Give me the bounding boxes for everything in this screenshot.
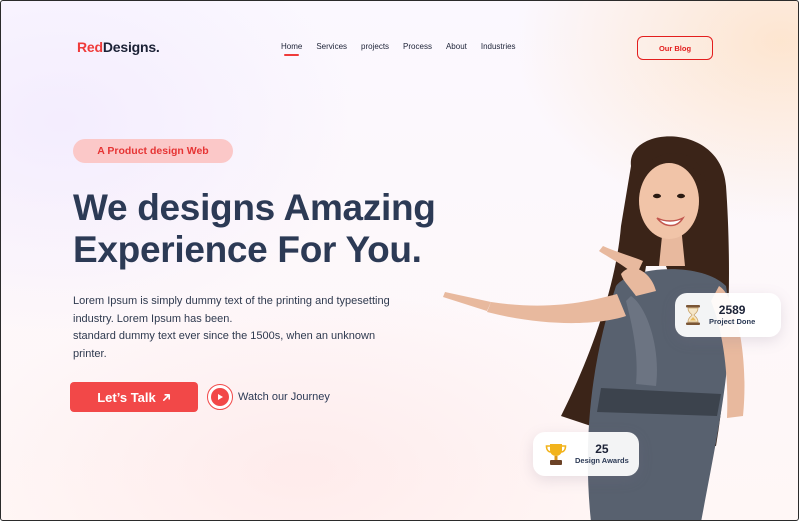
logo[interactable]: RedDesigns. [77,39,160,55]
description-line-3: standard dummy text ever since the 1500s… [73,330,376,342]
description-line-4: printer. [73,347,107,360]
projects-done-value: 2589 [718,302,746,317]
main-nav: Home Services projects Process About Ind… [281,42,516,56]
watch-journey-link[interactable]: Watch our Journey [207,384,330,410]
projects-done-card: 2589 Project Done [675,293,781,337]
headline-line-2: Experience For You. [73,229,422,270]
hero-description: Lorem Ipsum is simply dummy text of the … [73,293,473,363]
nav-item-services[interactable]: Services [316,42,347,51]
tagline-pill: A Product design Web [73,139,233,163]
arrow-up-right-icon [162,393,170,401]
nav-item-process[interactable]: Process [403,42,432,51]
design-awards-value: 25 [595,441,609,456]
trophy-icon [545,444,567,465]
play-button[interactable] [207,384,233,410]
our-blog-button[interactable]: Our Blog [637,36,713,60]
nav-item-about[interactable]: About [446,42,467,51]
hero-section: RedDesigns. Home Services projects Proce… [0,0,799,521]
watch-journey-label: Watch our Journey [238,391,330,403]
logo-red-part: Red [77,39,103,55]
nav-item-industries[interactable]: Industries [481,42,516,51]
hourglass-icon [686,305,700,325]
lets-talk-label: Let’s Talk [97,389,156,405]
logo-rest-part: Designs. [102,39,160,55]
description-line-1: Lorem Ipsum is simply dummy text of the … [73,295,390,307]
design-awards-label: Design Awards [575,455,629,465]
projects-done-label: Project Done [709,316,756,326]
description-line-2: industry. Lorem Ipsum has been. [73,312,233,325]
nav-item-home[interactable]: Home [281,42,302,56]
hero-headline: We designs Amazing Experience For You. [73,187,493,271]
headline-line-1: We designs Amazing [73,187,436,228]
design-awards-card: 25 Design Awards [533,432,639,476]
play-icon [211,388,229,406]
nav-item-projects[interactable]: projects [361,42,389,51]
lets-talk-button[interactable]: Let’s Talk [70,382,198,412]
